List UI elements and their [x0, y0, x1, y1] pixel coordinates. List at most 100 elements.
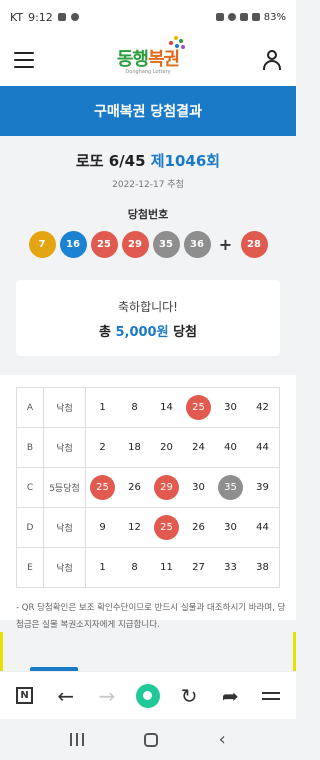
logo-mark-icon [169, 35, 185, 49]
winning-ball: 35 [152, 231, 180, 258]
menu-icon[interactable] [14, 52, 34, 68]
winning-ball: 16 [59, 231, 87, 258]
logo-main: 동행 [116, 49, 149, 70]
picked-number: 12 [128, 522, 141, 533]
picked-number: 30 [224, 402, 237, 413]
prize-total: 총 5,000원 당첨 [16, 321, 280, 340]
naver-button[interactable]: N [10, 681, 40, 711]
browser-toolbar: N ← → ↻ ➦ [0, 671, 296, 719]
picked-number: 33 [224, 562, 237, 573]
battery-level: 83% [263, 11, 286, 23]
naver-icon: N [16, 687, 34, 704]
results-table: A 낙첨 1 8 14 25 30 42 B 낙첨 2 18 20 24 40 44 C 5등당첨 25 26 29 30… [16, 387, 280, 588]
congrats-text: 축하합니다! [117, 300, 178, 314]
cloud-icon [70, 13, 79, 21]
game-id: A [16, 387, 44, 428]
game-result: 낙첨 [43, 427, 86, 468]
game-id: E [16, 547, 44, 588]
matched-number: 25 [90, 475, 115, 500]
picked-number: 24 [192, 442, 205, 453]
share-icon[interactable]: ➦ [215, 681, 245, 711]
wifi-icon [239, 13, 248, 21]
picked-number: 8 [131, 402, 138, 413]
draw-round: 제1046회 [150, 152, 221, 170]
game-name: 로또 6/45 [75, 152, 146, 170]
picked-number: 39 [256, 482, 269, 493]
green-circle-icon [135, 683, 160, 708]
draw-title: 로또 6/45 제1046회 [0, 150, 296, 171]
qr-notice: - QR 당첨확인은 보조 확인수단이므로 반드시 실물과 대조하시기 바라며,… [16, 603, 286, 630]
picked-number: 30 [224, 522, 237, 533]
draw-info: 로또 6/45 제1046회 2022-12-17 추첨 당첨번호 7 16 25 2… [0, 150, 296, 258]
alarm-icon [215, 13, 224, 21]
page-title: 구매복권 당첨결과 [0, 86, 296, 136]
prize-amount: 5,000원 [115, 325, 169, 340]
winning-ball: 7 [28, 231, 56, 258]
result-row: C 5등당첨 25 26 29 30 35 39 [16, 467, 280, 508]
picked-number: 2 [99, 442, 106, 453]
logo-subtitle: Donghang Lottery [125, 69, 171, 75]
picked-number: 8 [131, 562, 138, 573]
bonus-plus: + [218, 235, 233, 254]
picked-number: 26 [128, 482, 141, 493]
green-dot-button[interactable] [133, 681, 163, 711]
refresh-icon[interactable]: ↻ [174, 681, 204, 711]
picked-number: 9 [99, 522, 106, 533]
matched-number: 25 [154, 515, 179, 540]
picked-number: 20 [160, 442, 173, 453]
game-id: C [16, 467, 44, 508]
system-nav-bar: ‹ [0, 719, 296, 760]
game-numbers: 2 18 20 24 40 44 [85, 427, 280, 468]
picked-number: 1 [99, 562, 106, 573]
logo-accent: 복권 [148, 49, 180, 70]
results-section: A 낙첨 1 8 14 25 30 42 B 낙첨 2 18 20 24 40 44 C 5등당첨 25 26 29 30… [0, 375, 296, 620]
home-icon[interactable] [144, 732, 159, 747]
game-numbers: 1 8 14 25 30 42 [85, 387, 280, 428]
user-icon[interactable] [262, 50, 282, 70]
picked-number: 27 [192, 562, 205, 573]
winning-numbers: 7 16 25 29 35 36 +28 [0, 231, 296, 258]
game-numbers: 1 8 11 27 33 38 [85, 547, 280, 588]
app-logo[interactable]: 동행복권 Donghang Lottery [116, 36, 185, 75]
picked-number: 30 [192, 482, 205, 493]
picked-number: 1 [99, 402, 106, 413]
game-result: 낙첨 [43, 387, 86, 428]
winning-ball: 29 [121, 231, 149, 258]
game-id: D [16, 507, 44, 548]
result-row: A 낙첨 1 8 14 25 30 42 [16, 387, 280, 428]
picked-number: 42 [256, 402, 269, 413]
winning-ball: 36 [183, 231, 211, 258]
result-row: E 낙첨 1 8 11 27 33 38 [16, 547, 280, 588]
picked-number: 18 [128, 442, 141, 453]
matched-number: 35 [218, 475, 243, 500]
game-numbers: 9 12 25 26 30 44 [85, 507, 280, 548]
recent-apps-icon[interactable] [70, 733, 85, 746]
carrier-label: KT [10, 10, 24, 24]
matched-number: 25 [186, 395, 211, 420]
forward-arrow-icon[interactable]: → [92, 681, 122, 711]
picked-number: 26 [192, 522, 205, 533]
prize-prefix: 총 [98, 325, 116, 340]
game-result: 5등당첨 [43, 467, 86, 508]
result-row: B 낙첨 2 18 20 24 40 44 [16, 427, 280, 468]
prize-summary-card: 축하합니다! 총 5,000원 당첨 [16, 280, 280, 356]
picked-number: 11 [160, 562, 173, 573]
game-id: B [16, 427, 44, 468]
bluetooth-icon [227, 13, 236, 21]
picked-number: 40 [224, 442, 237, 453]
picked-number: 44 [256, 442, 269, 453]
signal-icon [251, 13, 260, 21]
prize-suffix: 당첨 [168, 325, 198, 340]
game-numbers: 25 26 29 30 35 39 [85, 467, 280, 508]
game-result: 낙첨 [43, 507, 86, 548]
result-row: D 낙첨 9 12 25 26 30 44 [16, 507, 280, 548]
app-header: 동행복권 Donghang Lottery [0, 34, 296, 86]
winning-numbers-label: 당첨번호 [127, 208, 169, 221]
back-icon[interactable]: ‹ [219, 729, 226, 750]
picked-number: 38 [256, 562, 269, 573]
browser-menu-icon[interactable] [256, 681, 286, 711]
back-arrow-icon[interactable]: ← [51, 681, 81, 711]
status-bar: KT 9:12 83% [0, 0, 296, 34]
bonus-ball: 28 [240, 231, 268, 258]
clock: 9:12 [28, 10, 53, 24]
